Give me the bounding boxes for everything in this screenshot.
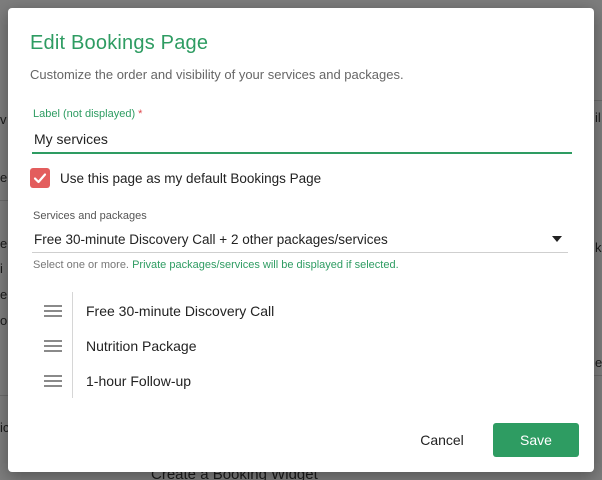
background-divider bbox=[0, 200, 8, 201]
background-fragment: k bbox=[595, 240, 602, 255]
label-field-label: Label (not displayed) * bbox=[33, 108, 142, 120]
dialog-title: Edit Bookings Page bbox=[30, 32, 209, 54]
list-item[interactable]: Nutrition Package bbox=[44, 332, 544, 360]
drag-handle-icon[interactable] bbox=[44, 340, 62, 352]
default-page-checkbox[interactable] bbox=[30, 168, 50, 188]
edit-bookings-page-dialog: Edit Bookings Page Customize the order a… bbox=[8, 8, 594, 472]
list-item-label: Free 30-minute Discovery Call bbox=[86, 303, 275, 319]
background-fragment: il bbox=[595, 110, 601, 125]
dialog-subtitle: Customize the order and visibility of yo… bbox=[30, 67, 404, 82]
background-divider bbox=[0, 395, 8, 396]
drag-handle-icon[interactable] bbox=[44, 305, 62, 317]
caret-down-icon bbox=[552, 236, 562, 242]
help-text-private-note: Private packages/services will be displa… bbox=[132, 259, 399, 271]
save-button[interactable]: Save bbox=[493, 423, 579, 457]
background-divider bbox=[594, 100, 602, 101]
background-fragment: v bbox=[0, 112, 7, 127]
services-select[interactable]: Free 30-minute Discovery Call + 2 other … bbox=[32, 228, 568, 253]
default-page-checkbox-label: Use this page as my default Bookings Pag… bbox=[60, 171, 322, 186]
background-fragment: e bbox=[0, 170, 8, 185]
help-text-main: Select one or more. bbox=[33, 259, 129, 271]
list-item[interactable]: Free 30-minute Discovery Call bbox=[44, 297, 544, 325]
background-fragment: o bbox=[0, 313, 8, 328]
background-fragment: e bbox=[595, 355, 602, 370]
required-marker: * bbox=[138, 108, 143, 120]
checkmark-icon bbox=[33, 173, 47, 184]
services-select-label: Services and packages bbox=[33, 210, 147, 222]
list-item-label: 1-hour Follow-up bbox=[86, 373, 192, 389]
cancel-button[interactable]: Cancel bbox=[408, 424, 476, 456]
background-divider bbox=[594, 375, 602, 376]
label-input[interactable] bbox=[32, 126, 572, 154]
background-fragment: e bbox=[0, 236, 8, 251]
services-select-value: Free 30-minute Discovery Call + 2 other … bbox=[34, 232, 388, 247]
label-field-label-text: Label (not displayed) bbox=[33, 108, 136, 120]
list-item-label: Nutrition Package bbox=[86, 338, 197, 354]
services-help-text: Select one or more. Private packages/ser… bbox=[33, 259, 399, 271]
drag-handle-icon[interactable] bbox=[44, 375, 62, 387]
list-item[interactable]: 1-hour Follow-up bbox=[44, 367, 544, 395]
background-fragment: i bbox=[0, 261, 3, 276]
